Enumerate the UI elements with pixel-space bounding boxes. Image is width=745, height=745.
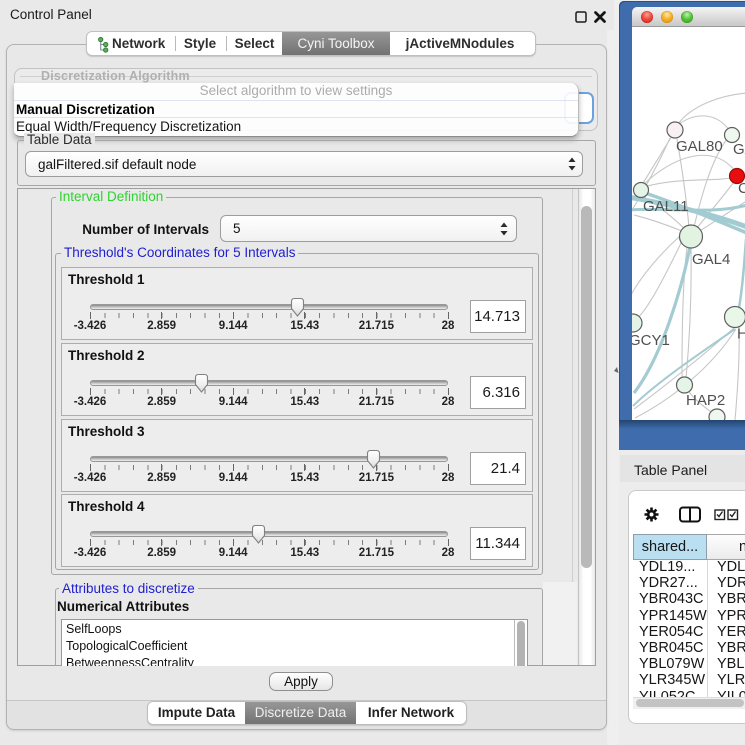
svg-text:H: H: [737, 326, 745, 343]
svg-text:GA: GA: [733, 141, 745, 158]
svg-text:GAL4: GAL4: [692, 251, 730, 268]
svg-text:GAL80: GAL80: [676, 138, 723, 155]
svg-text:GAL11: GAL11: [643, 198, 689, 215]
svg-text:C: C: [738, 180, 745, 197]
svg-text:HAP2: HAP2: [686, 392, 725, 409]
svg-text:GCY1: GCY1: [632, 332, 670, 349]
